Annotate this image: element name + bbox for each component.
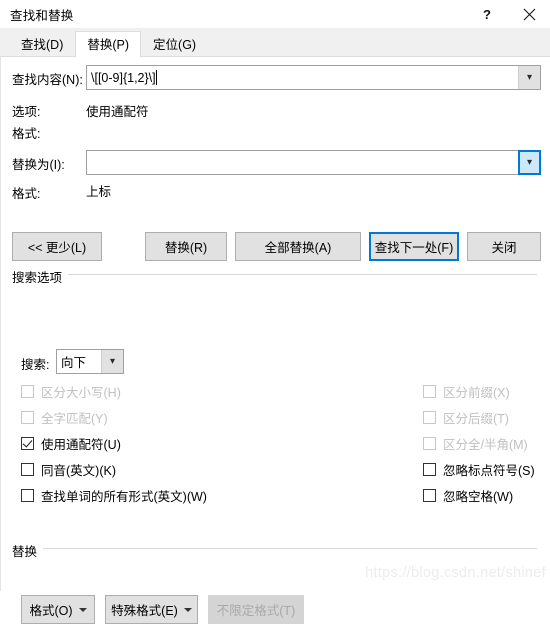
checkbox-box [423,489,436,502]
replace-with-dropdown-arrow[interactable]: ▾ [518,150,541,175]
checkbox-box [21,463,34,476]
checkbox-label: 查找单词的所有形式(英文)(W) [41,490,207,504]
watermark: https://blog.csdn.net/shinef [365,565,546,581]
search-options-divider [67,274,537,275]
checkbox-box [423,463,436,476]
checkbox-whole-word[interactable]: 全字匹配(Y) [21,408,108,427]
checkbox-label: 区分全/半角(M) [443,438,528,452]
tab-strip: 查找(D) 替换(P) 定位(G) [0,28,550,58]
search-direction-dropdown-arrow[interactable]: ▾ [101,350,123,373]
chevron-down-icon [183,607,192,612]
chevron-down-icon [78,607,87,612]
search-direction-label-row: 搜索: [21,354,49,373]
checkbox-label: 全字匹配(Y) [41,412,108,426]
replace-group-divider [43,548,537,549]
checkbox-box [21,489,34,502]
replace-with-label: 替换为(I): [12,158,65,172]
replace-format-label: 格式: [12,187,41,201]
replace-all-button[interactable]: 全部替换(A) [235,232,361,261]
replace-format-row: 格式: [12,183,40,202]
dialog-body: 查找内容(N): \[[0-9]{1,2}\] ▾ 选项: 使用通配符 格式: … [0,56,550,624]
replace-group-label: 替换 [12,541,44,560]
find-options-label: 选项: [12,105,41,119]
find-format-row: 格式: [12,123,40,142]
close-dialog-button[interactable]: 关闭 [467,232,541,261]
checkbox-match-suffix[interactable]: 区分后缀(T) [423,408,509,427]
find-what-label-row: 查找内容(N): [12,69,83,88]
find-options-value-row: 使用通配符 [86,101,149,120]
chevron-down-icon: ▾ [526,71,533,83]
text-caret [155,70,157,85]
find-options-value: 使用通配符 [86,105,149,119]
find-format-label: 格式: [12,127,41,141]
close-button[interactable] [508,0,550,28]
find-what-label: 查找内容(N): [12,73,83,87]
checkbox-box [423,411,436,424]
checkbox-box [21,385,34,398]
search-options-group-label: 搜索选项 [12,267,69,286]
less-button[interactable]: << 更少(L) [12,232,102,261]
search-direction-label: 搜索: [21,358,50,372]
find-what-value: \[[0-9]{1,2}\] [91,70,156,85]
replace-with-label-row: 替换为(I): [12,154,65,173]
checkbox-all-word-forms[interactable]: 查找单词的所有形式(英文)(W) [21,486,207,505]
tab-replace[interactable]: 替换(P) [75,31,142,58]
checkbox-box [423,437,436,450]
checkbox-box [21,411,34,424]
checkbox-label: 忽略空格(W) [443,490,514,504]
checkbox-sounds-like[interactable]: 同音(英文)(K) [21,460,116,479]
find-what-combobox[interactable]: \[[0-9]{1,2}\] ▾ [86,65,541,90]
replace-format-value: 上标 [86,185,112,199]
replace-with-combobox[interactable]: ▾ [86,150,541,175]
checkbox-ignore-punctuation[interactable]: 忽略标点符号(S) [423,460,535,479]
checkbox-label: 忽略标点符号(S) [443,464,535,478]
find-next-button[interactable]: 查找下一处(F) [369,232,459,261]
checkbox-use-wildcards[interactable]: 使用通配符(U) [21,434,121,453]
special-format-button-label: 特殊格式(E) [111,604,178,618]
chevron-down-icon: ▾ [109,355,116,367]
tab-goto[interactable]: 定位(G) [141,31,209,58]
find-options-row: 选项: [12,101,40,120]
format-button[interactable]: 格式(O) [21,595,95,624]
chevron-down-icon: ▾ [526,156,533,168]
checkbox-match-prefix[interactable]: 区分前缀(X) [423,382,510,401]
help-button[interactable]: ? [466,0,508,28]
format-button-label: 格式(O) [29,604,73,618]
tab-find[interactable]: 查找(D) [9,31,76,58]
no-formatting-button: 不限定格式(T) [208,595,304,624]
find-what-input[interactable]: \[[0-9]{1,2}\] [87,66,518,89]
replace-button[interactable]: 替换(R) [145,232,227,261]
checkbox-label: 区分前缀(X) [443,386,510,400]
window-title: 查找和替换 [10,8,74,23]
title-bar: 查找和替换 ? [0,0,550,28]
checkbox-box [21,437,34,450]
search-direction-combobox[interactable]: 向下 ▾ [56,349,124,374]
checkbox-label: 同音(英文)(K) [41,464,116,478]
question-mark-icon: ? [483,6,491,22]
close-icon [523,8,536,21]
checkbox-label: 区分后缀(T) [443,412,509,426]
replace-format-value-row: 上标 [86,181,111,200]
checkbox-match-case[interactable]: 区分大小写(H) [21,382,121,401]
checkbox-ignore-whitespace[interactable]: 忽略空格(W) [423,486,513,505]
window-controls: ? [466,0,550,28]
replace-with-input[interactable] [87,151,518,174]
search-direction-value[interactable]: 向下 [57,350,101,373]
special-format-button[interactable]: 特殊格式(E) [105,595,198,624]
checkbox-label: 使用通配符(U) [41,438,121,452]
find-what-dropdown-arrow[interactable]: ▾ [518,66,540,89]
checkbox-match-width[interactable]: 区分全/半角(M) [423,434,528,453]
checkbox-label: 区分大小写(H) [41,386,121,400]
checkbox-box [423,385,436,398]
